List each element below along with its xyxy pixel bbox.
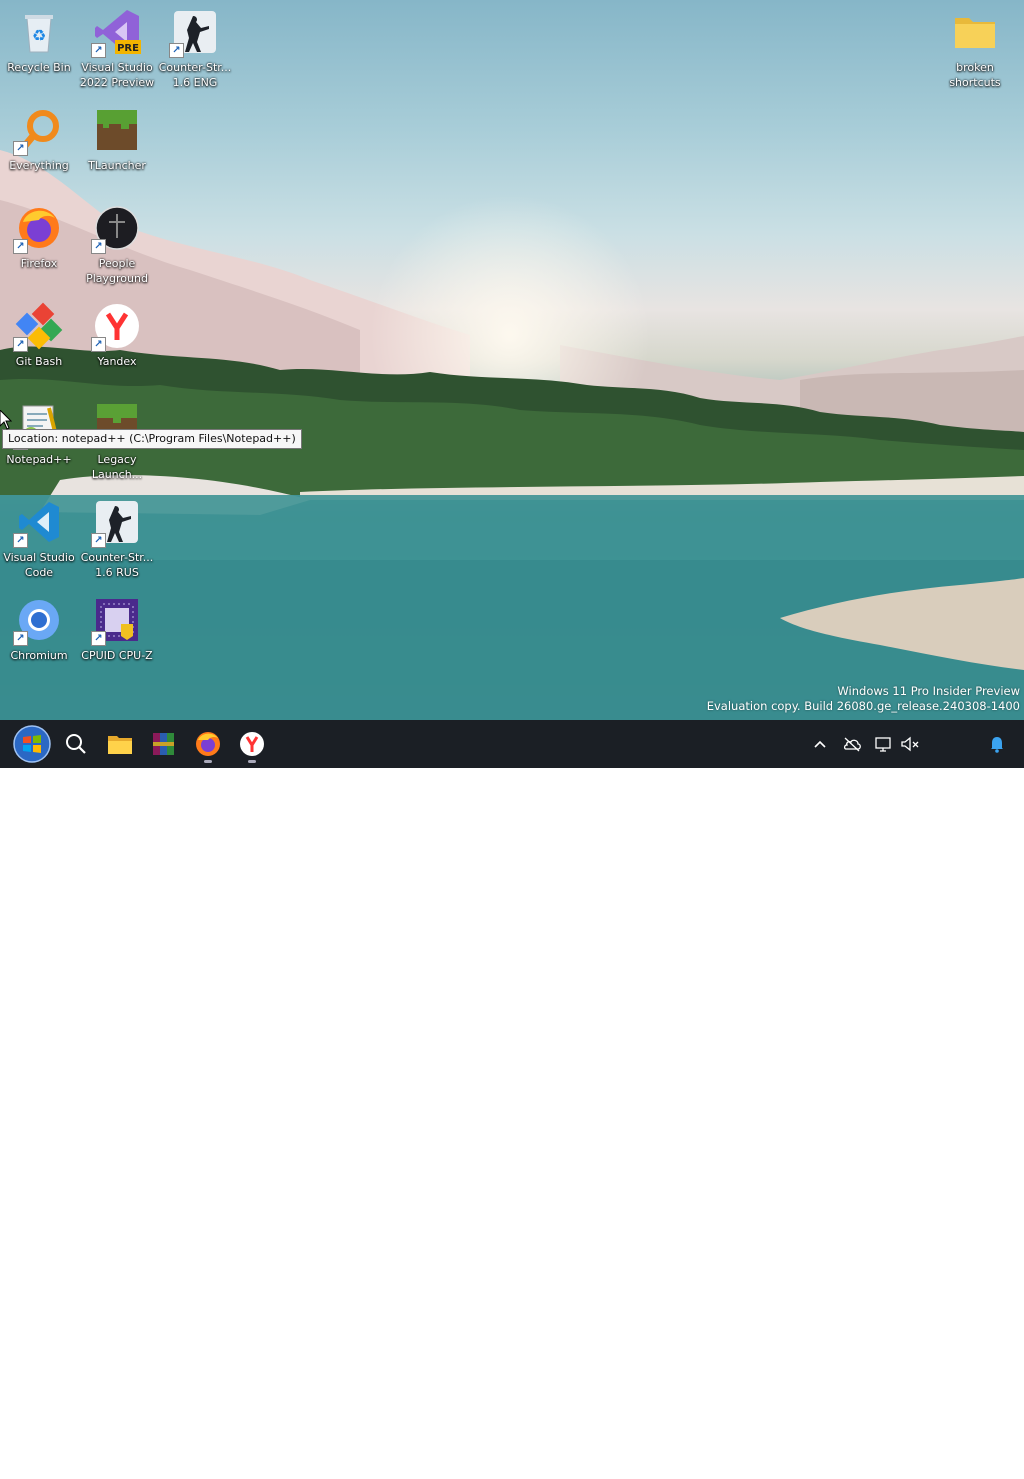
counter-strike-rus-shortcut[interactable]: ↗ Counter-Str... 1.6 RUS	[79, 494, 155, 586]
cloud-offline-icon	[843, 737, 861, 752]
taskbar-search-button[interactable]	[56, 724, 96, 764]
watermark-build: Evaluation copy. Build 26080.ge_release.…	[706, 699, 1020, 713]
file-explorer-button[interactable]	[100, 724, 140, 764]
tray-volume-button[interactable]	[898, 732, 922, 756]
visual-studio-preview-icon: PRE ↗	[91, 8, 141, 58]
counter-strike-eng-shortcut[interactable]: ↗ Counter-Str... 1.6 ENG	[157, 4, 233, 96]
recycle-bin-icon: ♻	[15, 8, 63, 56]
clock-date: 8/8/2024	[932, 1464, 984, 1478]
yandex-browser-icon: ↗	[91, 302, 141, 352]
firefox-icon: ↗	[13, 204, 63, 254]
winrar-icon	[153, 733, 174, 755]
show-hidden-icons-button[interactable]	[808, 732, 832, 756]
start-button[interactable]	[12, 724, 52, 764]
tray-network-button[interactable]	[872, 732, 896, 756]
cpu-z-shortcut[interactable]: ↗ CPUID CPU-Z	[79, 592, 155, 684]
yandex-shortcut[interactable]: ↗ Yandex	[79, 298, 155, 390]
shortcut-arrow-icon: ↗	[91, 533, 106, 548]
shortcut-arrow-icon: ↗	[13, 631, 28, 646]
visual-studio-preview-shortcut[interactable]: PRE ↗ Visual Studio 2022 Preview	[79, 4, 155, 96]
git-bash-icon: ↗	[13, 302, 63, 352]
network-icon	[875, 737, 891, 752]
desktop[interactable]: ♻ Recycle Bin ↗ Everything ↗ Firefox ↗ G…	[0, 0, 1024, 720]
winrar-button[interactable]	[144, 724, 184, 764]
counter-strike-icon: ↗	[91, 498, 141, 548]
chromium-shortcut[interactable]: ↗ Chromium	[1, 592, 77, 684]
running-indicator	[248, 760, 256, 763]
vscode-shortcut[interactable]: ↗ Visual Studio Code	[1, 494, 77, 586]
bell-icon	[991, 737, 1003, 753]
firefox-shortcut[interactable]: ↗ Firefox	[1, 200, 77, 292]
people-playground-shortcut[interactable]: ↗ People Playground	[79, 200, 155, 292]
counter-strike-icon: ↗	[169, 8, 219, 58]
everything-shortcut[interactable]: ↗ Everything	[1, 102, 77, 194]
location-tooltip: Location: notepad++ (C:\Program Files\No…	[2, 429, 302, 449]
file-explorer-icon	[108, 736, 132, 754]
svg-text:♻: ♻	[32, 26, 46, 45]
tlauncher-icon	[93, 106, 141, 154]
shortcut-arrow-icon: ↗	[91, 337, 106, 352]
git-bash-shortcut[interactable]: ↗ Git Bash	[1, 298, 77, 390]
clock-time: 5:52 PM	[934, 1448, 982, 1462]
watermark-edition: Windows 11 Pro Insider Preview	[837, 684, 1020, 698]
shortcut-arrow-icon: ↗	[13, 533, 28, 548]
running-indicator	[204, 760, 212, 763]
shortcut-arrow-icon: ↗	[13, 239, 28, 254]
yandex-browser-icon	[240, 732, 264, 756]
recycle-bin-shortcut[interactable]: ♻ Recycle Bin	[1, 4, 77, 96]
mouse-cursor-icon	[0, 410, 12, 430]
volume-muted-icon	[901, 736, 919, 752]
taskbar: 5:52 PM 8/8/2024	[0, 720, 1024, 1478]
search-icon	[66, 734, 86, 754]
notifications-button[interactable]	[985, 732, 1009, 756]
shortcut-arrow-icon: ↗	[169, 43, 184, 58]
folder-icon	[951, 8, 999, 56]
shortcut-arrow-icon: ↗	[91, 631, 106, 646]
firefox-taskbar-button[interactable]	[188, 724, 228, 764]
windows-watermark: Windows 11 Pro Insider Preview Evaluatio…	[707, 684, 1020, 714]
chevron-up-icon	[814, 740, 826, 748]
tray-cloud-button[interactable]	[840, 732, 864, 756]
cpu-z-icon: ↗	[91, 596, 141, 646]
tlauncher-shortcut[interactable]: TLauncher	[79, 102, 155, 194]
broken-shortcuts-folder[interactable]: broken shortcuts	[937, 4, 1013, 96]
shortcut-arrow-icon: ↗	[91, 43, 106, 58]
vscode-icon: ↗	[13, 498, 63, 548]
shortcut-arrow-icon: ↗	[13, 337, 28, 352]
chromium-icon: ↗	[13, 596, 63, 646]
everything-search-icon: ↗	[13, 106, 63, 156]
firefox-icon	[196, 732, 220, 756]
windows-start-orb-icon	[13, 725, 51, 763]
shortcut-arrow-icon: ↗	[13, 141, 28, 156]
yandex-taskbar-button[interactable]	[232, 724, 272, 764]
svg-text:PRE: PRE	[117, 43, 139, 54]
people-playground-icon: ↗	[91, 204, 141, 254]
shortcut-arrow-icon: ↗	[91, 239, 106, 254]
taskbar-clock[interactable]: 5:52 PM 8/8/2024	[930, 1447, 986, 1479]
